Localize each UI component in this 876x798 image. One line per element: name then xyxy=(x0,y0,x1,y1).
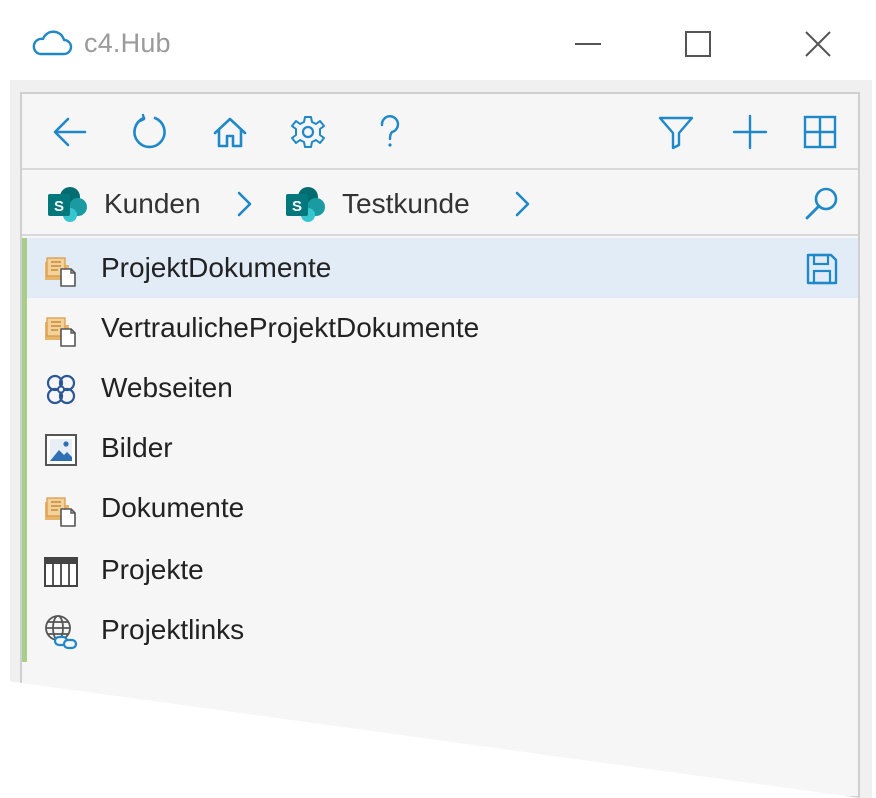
picture-library-icon xyxy=(45,434,77,466)
sites-icon xyxy=(46,374,76,405)
chevron-right-icon xyxy=(515,191,530,217)
add-icon xyxy=(732,114,768,150)
svg-text:S: S xyxy=(292,198,302,215)
list-item-vertraulicheprojektdokumente[interactable]: VertraulicheProjektDokumente xyxy=(27,298,858,358)
breadcrumb-label: Testkunde xyxy=(342,188,470,219)
list-item-bilder[interactable]: Bilder xyxy=(27,418,858,478)
breadcrumb-label: Kunden xyxy=(104,188,201,219)
list-item-webseiten[interactable]: Webseiten xyxy=(27,358,858,418)
list-item-label: VertraulicheProjektDokumente xyxy=(101,312,480,343)
list-item-label: Bilder xyxy=(101,432,173,463)
cloud-icon xyxy=(32,30,73,56)
breadcrumb-item-kunden[interactable]: S Kunden xyxy=(46,182,201,226)
document-library-icon xyxy=(45,257,76,287)
list-item-projektlinks[interactable]: Projektlinks xyxy=(27,600,858,660)
list-item-label: Projekte xyxy=(101,554,204,585)
home-button[interactable] xyxy=(208,110,252,154)
list-item-label: ProjektDokumente xyxy=(101,252,332,283)
minimize-icon xyxy=(575,43,601,45)
grid-view-icon xyxy=(803,115,837,149)
back-button[interactable] xyxy=(48,110,92,154)
library-list: ProjektDokumente VertraulicheProjektDoku… xyxy=(22,238,858,662)
filter-button[interactable] xyxy=(654,110,698,154)
list-item-label: Dokumente xyxy=(101,492,245,523)
svg-text:S: S xyxy=(54,198,64,215)
list-table-icon xyxy=(44,557,78,587)
back-arrow-icon xyxy=(53,117,87,147)
list-item-projektdokumente[interactable]: ProjektDokumente xyxy=(27,238,858,298)
title-bar: c4.Hub xyxy=(10,6,872,80)
maximize-icon xyxy=(685,31,711,57)
home-icon xyxy=(213,117,247,148)
links-icon xyxy=(45,615,78,650)
sharepoint-icon: S xyxy=(286,187,325,222)
main-panel: S Kunden S Testkunde ProjektDokumente Ve… xyxy=(20,92,860,798)
document-library-icon xyxy=(45,317,76,347)
toolbar xyxy=(22,94,858,170)
chevron-right-icon xyxy=(237,191,252,217)
help-icon xyxy=(380,115,400,147)
sharepoint-icon: S xyxy=(48,187,87,222)
search-icon[interactable] xyxy=(802,184,842,224)
close-button[interactable] xyxy=(794,20,842,68)
save-icon[interactable] xyxy=(805,252,839,286)
breadcrumb-item-testkunde[interactable]: S Testkunde xyxy=(284,182,470,226)
gear-icon xyxy=(291,116,325,148)
document-library-icon xyxy=(45,497,76,527)
breadcrumb: S Kunden S Testkunde xyxy=(22,172,858,236)
minimize-button[interactable] xyxy=(564,20,612,68)
window-title: c4.Hub xyxy=(84,28,171,58)
close-icon xyxy=(805,31,831,57)
list-item-projekte[interactable]: Projekte xyxy=(27,540,858,600)
app-window: c4.Hub S Kunden S Testkunde ProjektDokum… xyxy=(10,6,872,798)
help-button[interactable] xyxy=(368,110,412,154)
filter-icon xyxy=(658,116,694,150)
refresh-button[interactable] xyxy=(128,110,172,154)
list-item-label: Projektlinks xyxy=(101,614,245,645)
grid-view-button[interactable] xyxy=(798,110,842,154)
settings-button[interactable] xyxy=(286,110,330,154)
list-item-dokumente[interactable]: Dokumente xyxy=(27,478,858,538)
refresh-icon xyxy=(133,113,166,149)
maximize-button[interactable] xyxy=(674,20,722,68)
list-item-label: Webseiten xyxy=(101,372,233,403)
add-button[interactable] xyxy=(728,110,772,154)
